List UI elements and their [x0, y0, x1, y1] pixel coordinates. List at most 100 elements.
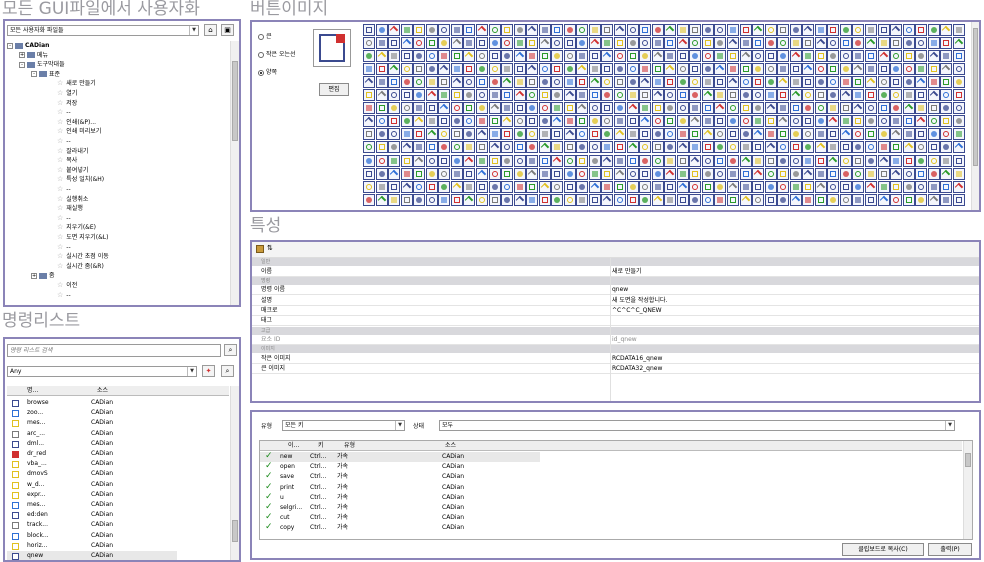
button-image-cell[interactable] — [714, 141, 727, 154]
button-image-cell[interactable] — [827, 180, 840, 193]
button-image-cell[interactable] — [626, 24, 639, 36]
button-image-cell[interactable] — [438, 24, 451, 36]
button-image-cell[interactable] — [865, 115, 877, 128]
property-row[interactable]: 요소 ID id_qnew — [252, 335, 979, 345]
button-image-cell[interactable] — [576, 63, 589, 76]
shortcuts-scrollbar-thumb[interactable] — [965, 453, 971, 467]
button-image-cell[interactable] — [865, 193, 877, 206]
tree-item[interactable]: ☆ -- — [57, 214, 71, 223]
button-image-cell[interactable] — [915, 50, 928, 63]
button-image-cell[interactable] — [425, 102, 438, 115]
button-image-cell[interactable] — [664, 167, 677, 180]
button-image-cell[interactable] — [814, 89, 827, 102]
button-image-cell[interactable] — [726, 89, 739, 102]
button-image-cell[interactable] — [463, 24, 476, 36]
open-file-button[interactable]: ⌂ — [204, 24, 217, 36]
button-image-cell[interactable] — [400, 50, 413, 63]
button-image-cell[interactable] — [425, 180, 438, 193]
button-image-cell[interactable] — [676, 115, 689, 128]
button-image-cell[interactable] — [940, 50, 953, 63]
button-image-cell[interactable] — [526, 128, 539, 141]
button-image-cell[interactable] — [563, 50, 576, 63]
button-image-cell[interactable] — [588, 128, 601, 141]
button-image-cell[interactable] — [513, 193, 526, 206]
button-image-cell[interactable] — [952, 24, 965, 36]
button-image-cell[interactable] — [639, 63, 652, 76]
button-image-cell[interactable] — [927, 141, 940, 154]
button-image-cell[interactable] — [450, 89, 463, 102]
tree-scrollbar-thumb[interactable] — [232, 61, 238, 141]
button-image-cell[interactable] — [852, 141, 865, 154]
button-image-cell[interactable] — [388, 24, 401, 36]
button-image-cell[interactable] — [626, 115, 639, 128]
button-image-cell[interactable] — [551, 76, 564, 89]
button-image-cell[interactable] — [601, 89, 614, 102]
chevron-down-icon[interactable]: ▼ — [945, 421, 954, 430]
button-image-cell[interactable] — [676, 102, 689, 115]
button-image-cell[interactable] — [915, 63, 928, 76]
button-image-cell[interactable] — [488, 37, 501, 50]
button-image-cell[interactable] — [450, 63, 463, 76]
button-image-cell[interactable] — [752, 154, 765, 167]
radio-both-dot[interactable] — [258, 69, 264, 76]
button-image-cell[interactable] — [664, 154, 677, 167]
tree-item[interactable]: ☆ 지우기(&E) — [57, 223, 96, 232]
button-image-cell[interactable] — [701, 89, 714, 102]
button-image-cell[interactable] — [676, 128, 689, 141]
button-image-cell[interactable] — [538, 63, 551, 76]
property-value[interactable]: 새 도면을 작성합니다. — [612, 296, 667, 306]
button-image-cell[interactable] — [839, 141, 852, 154]
button-image-cell[interactable] — [777, 115, 790, 128]
button-image-cell[interactable] — [664, 128, 677, 141]
button-image-cell[interactable] — [852, 24, 865, 36]
button-image-cell[interactable] — [639, 128, 652, 141]
button-image-cell[interactable] — [739, 193, 752, 206]
button-image-cell[interactable] — [538, 154, 551, 167]
button-image-cell[interactable] — [513, 24, 526, 36]
button-image-cell[interactable] — [626, 141, 639, 154]
button-image-cell[interactable] — [764, 193, 777, 206]
button-image-cell[interactable] — [626, 102, 639, 115]
button-image-cell[interactable] — [425, 37, 438, 50]
button-image-cell[interactable] — [375, 50, 388, 63]
button-image-cell[interactable] — [890, 141, 903, 154]
button-image-cell[interactable] — [526, 193, 539, 206]
button-image-cell[interactable] — [890, 76, 903, 89]
button-image-cell[interactable] — [827, 76, 840, 89]
property-row[interactable]: 작은 이미지 RCDATA16_qnew — [252, 354, 979, 364]
button-image-cell[interactable] — [927, 180, 940, 193]
button-image-cell[interactable] — [601, 141, 614, 154]
button-image-cell[interactable] — [626, 193, 639, 206]
property-row[interactable]: 큰 이미지 RCDATA32_qnew — [252, 364, 979, 375]
button-image-cell[interactable] — [852, 50, 865, 63]
button-image-cell[interactable] — [839, 63, 852, 76]
button-image-cell[interactable] — [814, 37, 827, 50]
chevron-down-icon[interactable]: ▼ — [395, 421, 404, 430]
button-image-cell[interactable] — [538, 50, 551, 63]
button-image-cell[interactable] — [940, 128, 953, 141]
button-image-cell[interactable] — [651, 141, 664, 154]
button-image-cell[interactable] — [551, 50, 564, 63]
button-image-cell[interactable] — [877, 50, 890, 63]
button-image-cell[interactable] — [563, 128, 576, 141]
command-search-input[interactable]: 명령 리스트 검색 — [7, 344, 221, 357]
button-image-cell[interactable] — [601, 24, 614, 36]
button-image-cell[interactable] — [777, 167, 790, 180]
button-image-cell[interactable] — [802, 180, 815, 193]
list-item[interactable]: dr_red CADian — [7, 449, 177, 459]
button-image-cell[interactable] — [563, 89, 576, 102]
button-image-cell[interactable] — [689, 89, 702, 102]
button-image-cell[interactable] — [752, 63, 765, 76]
property-value[interactable]: id_qnew — [612, 335, 637, 345]
button-image-cell[interactable] — [588, 115, 601, 128]
button-image-cell[interactable] — [839, 128, 852, 141]
button-image-cell[interactable] — [789, 128, 802, 141]
button-image-cell[interactable] — [764, 115, 777, 128]
button-image-cell[interactable] — [513, 102, 526, 115]
button-image-cell[interactable] — [764, 141, 777, 154]
button-image-cell[interactable] — [551, 102, 564, 115]
button-image-cell[interactable] — [664, 102, 677, 115]
button-image-cell[interactable] — [475, 115, 488, 128]
button-image-cell[interactable] — [952, 154, 965, 167]
button-image-cell[interactable] — [488, 89, 501, 102]
